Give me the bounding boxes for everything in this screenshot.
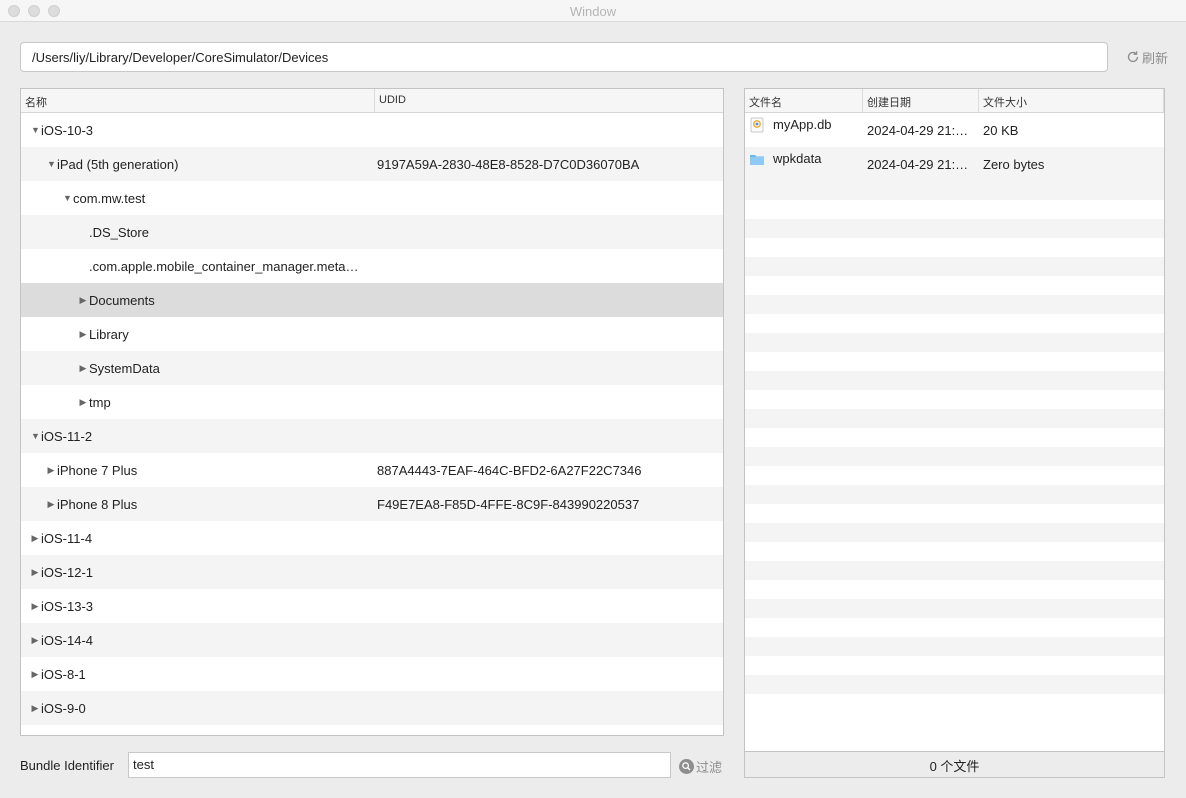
bundle-identifier-input[interactable]: test [128, 752, 671, 778]
refresh-button[interactable]: 刷新 [1126, 48, 1168, 66]
window-title: Window [569, 4, 617, 19]
tree-row-udid: F49E7EA8-F85D-4FFE-8C9F-843990220537 [377, 496, 640, 512]
tree-row-label: SystemData [89, 360, 160, 376]
disclosure-collapsed-icon[interactable]: ▶ [79, 295, 87, 306]
filter-button[interactable]: 过滤 [679, 757, 722, 776]
disclosure-collapsed-icon[interactable]: ▶ [79, 363, 87, 374]
refresh-label: 刷新 [1142, 50, 1169, 66]
disclosure-expanded-icon[interactable]: ▼ [63, 193, 72, 203]
folder-icon [750, 155, 764, 165]
disclosure-collapsed-icon[interactable]: ▶ [31, 601, 39, 612]
tree-row-label: Documents [89, 292, 155, 308]
tree-row-ios-13-3[interactable]: ▶ iOS-13-3 [21, 589, 723, 623]
tree-row-label: iOS-14-4 [41, 632, 94, 648]
disclosure-collapsed-icon[interactable]: ▶ [31, 635, 39, 646]
disclosure-expanded-icon[interactable]: ▼ [47, 159, 56, 169]
tree-row-label: iOS-9-0 [41, 700, 86, 716]
disclosure-collapsed-icon[interactable]: ▶ [47, 465, 55, 476]
file-size: 20 KB [983, 122, 1019, 138]
tree-row-ios-9-0[interactable]: ▶ iOS-9-0 [21, 691, 723, 725]
disclosure-collapsed-icon[interactable]: ▶ [31, 703, 39, 714]
tree-row-container-manager-meta[interactable]: .com.apple.mobile_container_manager.meta… [21, 249, 723, 283]
column-header-file-size[interactable]: 文件大小 [979, 89, 1164, 112]
filter-label: 过滤 [696, 760, 723, 775]
disclosure-expanded-icon[interactable]: ▼ [31, 431, 40, 441]
tree-row-label: iPhone 7 Plus [57, 462, 138, 478]
disclosure-expanded-icon[interactable]: ▼ [31, 125, 40, 135]
tree-row-ios-11-4[interactable]: ▶ iOS-11-4 [21, 521, 723, 555]
tree-row-iphone-8-plus[interactable]: ▶ iPhone 8 Plus F49E7EA8-F85D-4FFE-8C9F-8… [21, 487, 723, 521]
title-bar: Window [0, 0, 1186, 22]
tree-row-label: iOS-11-4 [41, 530, 93, 546]
tree-row-ios-8-1[interactable]: ▶ iOS-8-1 [21, 657, 723, 691]
path-input[interactable]: /Users/liy/Library/Developer/CoreSimulat… [20, 42, 1108, 72]
column-header-created-date[interactable]: 创建日期 [863, 89, 979, 112]
disclosure-collapsed-icon[interactable]: ▶ [31, 669, 39, 680]
tree-row-label: iPhone 8 Plus [57, 496, 138, 512]
tree-row-label: iOS-8-1 [41, 666, 86, 682]
tree-row-ds-store[interactable]: .DS_Store [21, 215, 723, 249]
tree-row-udid: 887A4443-7EAF-464C-BFD2-6A27F22C7346 [377, 462, 642, 478]
refresh-icon [1127, 51, 1139, 63]
disclosure-collapsed-icon[interactable]: ▶ [31, 567, 39, 578]
file-name: wpkdata [773, 151, 822, 166]
column-header-udid[interactable]: UDID [375, 89, 723, 112]
file-list[interactable]: 文件名 创建日期 文件大小 myApp.db 2024-04-29 21:… 2… [744, 88, 1165, 752]
tree-row-label: iOS-10-3 [41, 122, 94, 138]
database-file-icon [750, 117, 764, 133]
disclosure-collapsed-icon[interactable]: ▶ [79, 329, 87, 340]
empty-row-stripes [745, 181, 1164, 713]
tree-row-label: iOS-13-3 [41, 598, 94, 614]
file-list-header: 文件名 创建日期 文件大小 [745, 89, 1164, 113]
file-row-myapp-db[interactable]: myApp.db 2024-04-29 21:… 20 KB [745, 113, 1164, 147]
tree-row-label: iOS-12-1 [41, 564, 94, 580]
tree-row-systemdata[interactable]: ▶ SystemData [21, 351, 723, 385]
file-row-wpkdata[interactable]: wpkdata 2024-04-29 21:… Zero bytes [745, 147, 1164, 181]
bundle-identifier-label: Bundle Identifier [20, 758, 114, 773]
tree-row-ios-14-4[interactable]: ▶ iOS-14-4 [21, 623, 723, 657]
tree-row-udid: 9197A59A-2830-48E8-8528-D7C0D36070BA [377, 156, 640, 172]
tree-row-label: iOS-11-2 [41, 428, 93, 444]
disclosure-collapsed-icon[interactable]: ▶ [79, 397, 87, 408]
tree-row-label: .com.apple.mobile_container_manager.meta… [89, 258, 359, 274]
file-size: Zero bytes [983, 156, 1045, 172]
tree-row-documents[interactable]: ▶ Documents [21, 283, 723, 317]
file-name: myApp.db [773, 117, 832, 132]
tree-row-tmp[interactable]: ▶ tmp [21, 385, 723, 419]
tree-row-label: com.mw.test [73, 190, 146, 206]
tree-row-ios-12-1[interactable]: ▶ iOS-12-1 [21, 555, 723, 589]
tree-row-label: .DS_Store [89, 224, 149, 240]
column-header-name[interactable]: 名称 [21, 89, 375, 112]
simulator-tree[interactable]: 名称 UDID ▼ iOS-10-3 ▼ iPad (5th generation)… [20, 88, 724, 736]
tree-row-ipad-5th-gen[interactable]: ▼ iPad (5th generation) 9197A59A-2830-48E… [21, 147, 723, 181]
tree-row-iphone-7-plus[interactable]: ▶ iPhone 7 Plus 887A4443-7EAF-464C-BFD2-6… [21, 453, 723, 487]
search-icon [679, 759, 694, 774]
file-count-status: 0 个文件 [744, 752, 1165, 778]
tree-row-library[interactable]: ▶ Library [21, 317, 723, 351]
column-header-filename[interactable]: 文件名 [745, 89, 863, 112]
tree-row-ios-10-3[interactable]: ▼ iOS-10-3 [21, 113, 723, 147]
tree-row-label: Library [89, 326, 129, 342]
disclosure-collapsed-icon[interactable]: ▶ [47, 499, 55, 510]
file-created-date: 2024-04-29 21:… [867, 122, 969, 138]
tree-header: 名称 UDID [21, 89, 723, 113]
tree-row-label: tmp [89, 394, 111, 410]
tree-row-label: iPad (5th generation) [57, 156, 179, 172]
disclosure-collapsed-icon[interactable]: ▶ [31, 533, 39, 544]
tree-row-ios-11-2[interactable]: ▼ iOS-11-2 [21, 419, 723, 453]
file-created-date: 2024-04-29 21:… [867, 156, 969, 172]
tree-row-com-mw-test[interactable]: ▼ com.mw.test [21, 181, 723, 215]
